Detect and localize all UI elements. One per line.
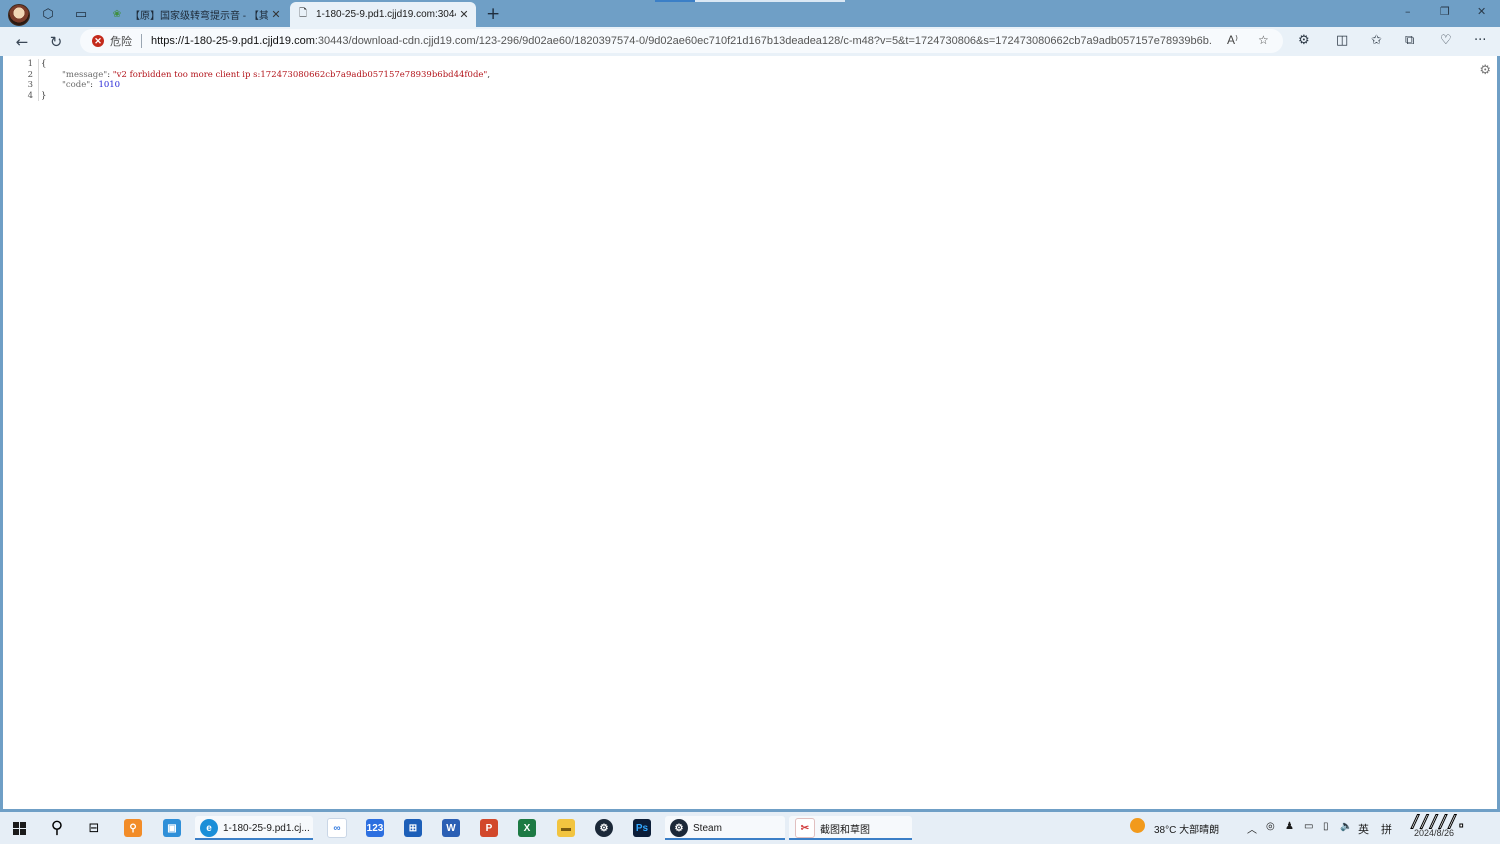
ime-language[interactable]: 英	[1358, 821, 1369, 837]
gutter-divider	[38, 59, 39, 101]
tab-actions-icon[interactable]: ▭	[72, 5, 90, 23]
battery-icon[interactable]: ▯	[1323, 821, 1329, 832]
tray-qq-icon[interactable]: ♟	[1285, 821, 1294, 832]
tab-title: 1-180-25-9.pd1.cjjd19.com:30443	[316, 9, 456, 20]
windows-start-icon[interactable]	[9, 816, 29, 840]
favorites-icon[interactable]: ✩	[1371, 33, 1382, 48]
taskbar-snip-button[interactable]: ✂ 截图和草图	[789, 816, 912, 840]
url-text[interactable]: https://1-180-25-9.pd1.cjjd19.com:30443/…	[151, 35, 1211, 47]
taskbar-edge-label: 1-180-25-9.pd1.cj...	[223, 822, 310, 834]
line-number: 3	[27, 80, 33, 90]
ime-mode[interactable]: 拼	[1381, 821, 1392, 837]
collections-icon[interactable]: ⧉	[1405, 33, 1414, 48]
tab-close-icon[interactable]: ✕	[268, 8, 284, 21]
url-host: https://1-180-25-9.pd1.cjjd19.com	[151, 35, 315, 47]
tray-app-icon[interactable]: ◎	[1266, 821, 1275, 832]
taskbar-steam-label: Steam	[693, 822, 722, 834]
more-menu-icon[interactable]: ···	[1474, 33, 1486, 48]
tray-expand-icon[interactable]: ︿	[1247, 821, 1257, 836]
store-icon[interactable]: ⊞	[402, 816, 424, 840]
taskbar-steam-button[interactable]: ⚙ Steam	[665, 816, 785, 840]
restore-button[interactable]: ❐	[1440, 5, 1450, 18]
pan123-icon[interactable]: 123	[364, 816, 386, 840]
watermark-logo: /////.	[1409, 812, 1466, 833]
json-value-message: "v2 forbidden too more client ip s:17247…	[112, 69, 488, 80]
search-icon[interactable]: ⚲	[46, 816, 68, 840]
tab-close-icon[interactable]: ✕	[456, 8, 472, 21]
json-key-message: "message"	[62, 69, 108, 80]
page-icon: 🗋	[298, 8, 308, 19]
file-explorer-icon[interactable]: ▬	[555, 816, 577, 840]
photoshop-icon[interactable]: Ps	[631, 816, 653, 840]
json-key-code: "code"	[62, 80, 91, 90]
close-window-button[interactable]: ✕	[1477, 5, 1486, 18]
refresh-icon[interactable]: ↻	[46, 32, 66, 52]
url-path: :30443/download-cdn.cjjd19.com/123-296/9…	[314, 35, 1211, 47]
minimize-button[interactable]: –	[1405, 5, 1411, 18]
search-app-icon[interactable]: ⚲	[122, 816, 144, 840]
json-close-brace: }	[41, 90, 47, 101]
title-accent	[655, 0, 845, 2]
weather-text[interactable]: 38°C 大部晴朗	[1154, 821, 1219, 836]
json-value-code: 1010	[98, 80, 121, 90]
powerpoint-icon[interactable]: P	[478, 816, 500, 840]
steam-icon[interactable]: ⚙	[593, 816, 615, 840]
new-tab-button[interactable]: +	[486, 4, 500, 24]
snipping-tool-icon: ✂	[795, 818, 815, 838]
taskbar-edge-button[interactable]: e 1-180-25-9.pd1.cj...	[195, 816, 313, 840]
back-arrow-icon[interactable]: ←	[12, 32, 32, 52]
baidu-netdisk-icon[interactable]: ∞	[326, 816, 348, 840]
favorite-star-icon[interactable]: ☆	[1258, 33, 1269, 47]
taskbar-snip-label: 截图和草图	[820, 824, 870, 836]
json-message-line: "message": "v2 forbidden too more client…	[62, 69, 491, 80]
navigation-bar: ← ↻ ✕ 危险 https://1-180-25-9.pd1.cjjd19.c…	[0, 27, 1500, 56]
tab-active[interactable]: 🗋 1-180-25-9.pd1.cjjd19.com:30443 ✕	[290, 2, 476, 27]
volume-icon[interactable]: 🔈	[1340, 821, 1352, 832]
weather-icon[interactable]	[1130, 818, 1145, 836]
tab-inactive[interactable]: ❀ 【原】国家级转弯提示音 - 【其他 ✕	[104, 2, 288, 27]
danger-icon[interactable]: ✕	[92, 35, 104, 47]
address-bar[interactable]: ✕ 危险 https://1-180-25-9.pd1.cjjd19.com:3…	[80, 29, 1283, 53]
line-number: 1	[27, 59, 33, 69]
page-content: 1 2 3 4 { "message": "v2 forbidden too m…	[3, 56, 1497, 809]
split-screen-icon[interactable]: ◫	[1336, 33, 1348, 48]
read-aloud-icon[interactable]: A⁾	[1227, 33, 1238, 47]
excel-icon[interactable]: X	[516, 816, 538, 840]
tab-favicon-icon: ❀	[112, 9, 122, 20]
json-code-line: "code": 1010	[62, 80, 121, 90]
line-number: 4	[27, 90, 33, 101]
steam-window-icon: ⚙	[670, 819, 688, 837]
word-icon[interactable]: W	[440, 816, 462, 840]
security-label[interactable]: 危险	[110, 33, 132, 49]
edge-icon: e	[200, 819, 218, 837]
profile-avatar[interactable]	[8, 4, 30, 26]
json-open-brace: {	[41, 59, 47, 69]
window-app-icon[interactable]: ▣	[161, 816, 183, 840]
taskbar: ⚲ ⊟ ⚲ ▣ e 1-180-25-9.pd1.cj... ∞ 123 ⊞ W…	[0, 812, 1500, 844]
extensions-icon[interactable]: ⚙	[1298, 33, 1310, 48]
network-icon[interactable]: ▭	[1304, 821, 1313, 832]
title-bar: ⬡ ▭ ❀ 【原】国家级转弯提示音 - 【其他 ✕ 🗋 1-180-25-9.p…	[0, 0, 1500, 27]
browser-essentials-icon[interactable]: ♡	[1440, 33, 1452, 48]
address-divider	[141, 34, 142, 48]
settings-gear-icon[interactable]: ⚙	[1479, 63, 1491, 78]
tab-title: 【原】国家级转弯提示音 - 【其他	[130, 11, 268, 22]
line-number: 2	[27, 69, 33, 80]
workspaces-icon[interactable]: ⬡	[39, 5, 57, 23]
task-view-icon[interactable]: ⊟	[84, 816, 104, 840]
